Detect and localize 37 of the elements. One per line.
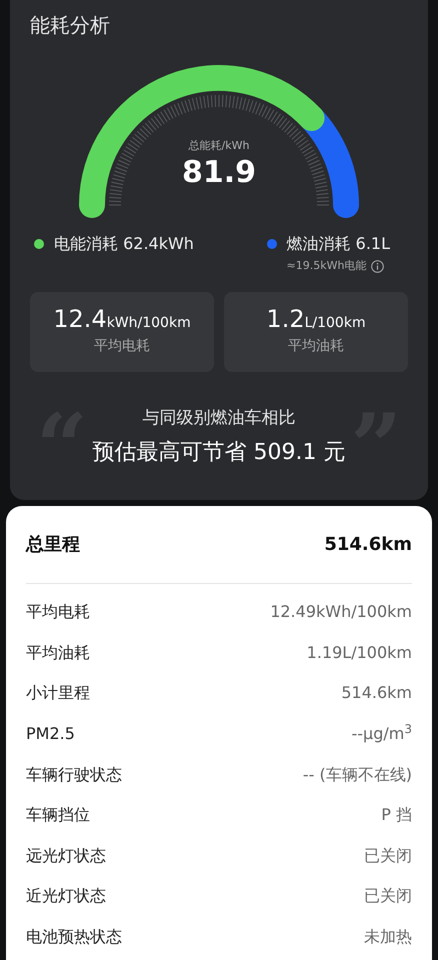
gauge-value: 81.9 xyxy=(182,155,256,190)
stat-label: 平均电耗 xyxy=(94,337,150,356)
row-value: --µg/m$^{3}$ xyxy=(352,722,412,746)
stat-label: 平均油耗 xyxy=(288,337,344,356)
row-value: P 挡 xyxy=(381,804,412,826)
row-value: 514.6km xyxy=(341,682,412,704)
page-title: 能耗分析 xyxy=(30,13,110,37)
legend-label: 电能消耗 62.4kWh xyxy=(54,233,194,255)
stat-unit: L/100km xyxy=(304,314,366,333)
row-value: 未加热 xyxy=(364,926,412,948)
row-value: 12.49kWh/100km xyxy=(270,601,412,624)
row-label: 远光灯状态 xyxy=(26,844,106,867)
quote-mark: “ xyxy=(36,402,88,492)
row-label: 近光灯状态 xyxy=(26,885,106,908)
savings-text: 预估最高可节省 509.1 元 xyxy=(92,438,346,466)
row-value: 1.19L/100km xyxy=(306,642,412,664)
stat-value: 1.2 xyxy=(266,307,305,331)
row-value: 已关闭 xyxy=(364,885,412,908)
quote-mark: ” xyxy=(350,402,402,492)
legend-note: ≈19.5kWh电能 xyxy=(286,258,366,274)
row-value: 514.6km xyxy=(324,533,412,557)
row-label: 平均油耗 xyxy=(26,642,90,664)
row-label: 总里程 xyxy=(26,533,80,557)
stat-unit: kWh/100km xyxy=(106,314,191,333)
row-label: 车辆行驶状态 xyxy=(26,764,122,786)
row-value: 已关闭 xyxy=(364,844,412,867)
stat-value: 12.4 xyxy=(53,307,107,331)
row-label: PM2.5 xyxy=(26,723,75,746)
info-icon[interactable] xyxy=(371,260,384,273)
legend-label: 燃油消耗 6.1L xyxy=(286,233,390,255)
row-label: 车辆挡位 xyxy=(26,804,90,826)
comparison-text: 与同级别燃油车相比 xyxy=(142,407,296,430)
row-label: 小计里程 xyxy=(26,682,90,704)
gauge-label: 总能耗/kWh xyxy=(188,139,250,152)
row-label: 平均电耗 xyxy=(26,601,90,624)
row-value: -- (车辆不在线) xyxy=(302,764,412,786)
row-label: 电池预热状态 xyxy=(26,926,122,948)
